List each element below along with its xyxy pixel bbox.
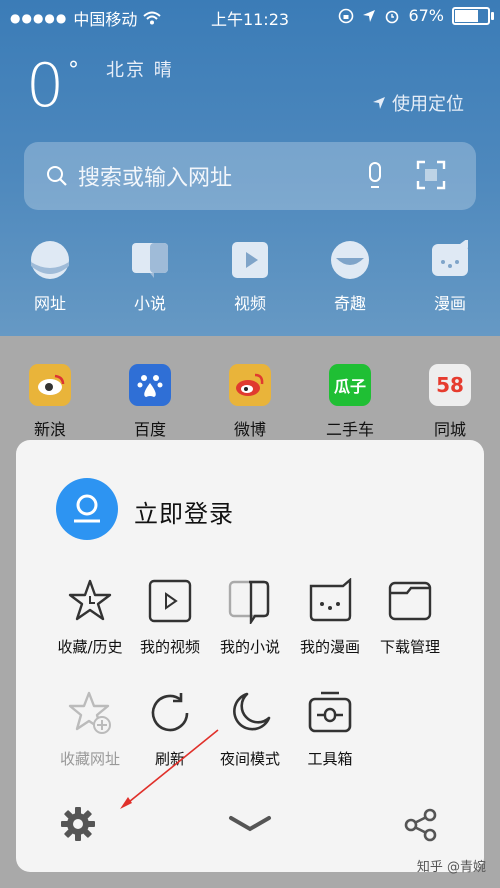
comic-icon [432, 240, 468, 276]
58-icon: 58 [429, 364, 471, 406]
guazi-icon: 瓜子 [329, 364, 371, 406]
menu-label: 收藏/历史 [57, 638, 123, 656]
panel-bottom-bar [16, 796, 484, 856]
login-button[interactable]: 立即登录 [134, 494, 234, 529]
nav-item-novel[interactable]: 小说 [100, 240, 200, 314]
location-icon [363, 9, 376, 22]
share-icon[interactable] [404, 808, 438, 842]
sina-icon [29, 364, 71, 406]
menu-item-my-novel[interactable]: 我的小说 [210, 578, 290, 657]
nav-item-fun[interactable]: 奇趣 [300, 240, 400, 314]
menu-label: 工具箱 [307, 750, 353, 768]
nav-label: 奇趣 [333, 294, 366, 313]
menu-item-my-video[interactable]: 我的视频 [130, 578, 210, 657]
temperature: 0 [26, 51, 65, 121]
use-location-label: 使用定位 [392, 94, 464, 115]
app-shortcut-row: 新浪 百度 微博 瓜子 二手车 58 同城 [0, 364, 500, 440]
menu-item-my-comic[interactable]: 我的漫画 [290, 578, 370, 657]
menu-label: 刷新 [154, 750, 185, 768]
nav-label: 漫画 [433, 294, 466, 313]
shortcut-label: 百度 [133, 420, 166, 439]
degree-icon: ° [68, 58, 79, 83]
menu-label: 我的漫画 [299, 638, 360, 656]
baidu-icon [129, 364, 171, 406]
nav-label: 视频 [233, 294, 266, 313]
shortcut-weibo[interactable]: 微博 [200, 364, 300, 440]
folder-icon [388, 581, 432, 621]
my-comic-icon [309, 578, 352, 622]
shortcut-label: 微博 [233, 420, 266, 439]
menu-label: 夜间模式 [219, 750, 280, 768]
nav-label: 小说 [133, 294, 166, 313]
globe-icon [31, 241, 69, 279]
nav-label: 网址 [33, 294, 66, 313]
menu-panel: 立即登录 收藏/历史 我的视频 我的小说 我的漫画 下载管理 收藏网址 刷新 夜… [16, 440, 484, 872]
toolbox-icon [308, 691, 352, 733]
menu-label: 收藏网址 [59, 750, 120, 768]
shortcut-sina[interactable]: 新浪 [0, 364, 100, 440]
shortcut-guazi[interactable]: 瓜子 二手车 [300, 364, 400, 440]
my-novel-icon [228, 580, 270, 624]
shortcut-label: 同城 [433, 420, 466, 439]
menu-row-2: 收藏网址 刷新 夜间模式 工具箱 [16, 690, 484, 769]
status-bar: ●●●●● 中国移动 上午11:23 67% [0, 0, 500, 32]
use-location-button[interactable]: 使用定位 [372, 90, 464, 116]
video-icon [232, 242, 268, 278]
menu-item-bookmark-url[interactable]: 收藏网址 [50, 690, 130, 769]
nav-item-comic[interactable]: 漫画 [400, 240, 500, 314]
menu-label: 我的小说 [219, 638, 280, 656]
search-bar[interactable]: 搜索或输入网址 [24, 142, 476, 210]
search-input[interactable]: 搜索或输入网址 [78, 160, 232, 192]
shortcut-58[interactable]: 58 同城 [400, 364, 500, 440]
moon-icon [233, 692, 271, 731]
nav-row: 网址 小说 视频 奇趣 漫画 [0, 240, 500, 314]
menu-label: 下载管理 [379, 638, 440, 656]
scan-icon[interactable] [416, 160, 446, 190]
battery-icon [452, 6, 494, 25]
menu-item-refresh[interactable]: 刷新 [130, 690, 210, 769]
watermark: 知乎 @青婉 [416, 860, 486, 875]
alarm-icon [386, 10, 399, 23]
weibo-icon [229, 364, 271, 406]
user-icon [74, 494, 100, 523]
shortcut-label: 新浪 [33, 420, 66, 439]
nav-item-video[interactable]: 视频 [200, 240, 300, 314]
menu-label: 我的视频 [139, 638, 200, 656]
nav-item-url[interactable]: 网址 [0, 240, 100, 314]
battery-percent: 67% [408, 6, 444, 25]
my-video-icon [148, 579, 192, 623]
shortcut-label: 二手车 [325, 420, 374, 439]
refresh-icon [151, 693, 189, 732]
menu-item-toolbox[interactable]: 工具箱 [290, 690, 370, 769]
menu-item-night-mode[interactable]: 夜间模式 [210, 690, 290, 769]
fun-icon [331, 241, 369, 279]
star-add-icon [68, 691, 111, 734]
chevron-down-icon[interactable] [228, 814, 272, 834]
avatar[interactable] [56, 478, 118, 540]
top-area: ●●●●● 中国移动 上午11:23 67% 0 ° 北京 晴 使用定位 搜索或… [0, 0, 500, 336]
star-clock-icon [68, 579, 112, 621]
city-weather: 北京 晴 [106, 60, 174, 81]
search-icon [47, 166, 67, 186]
menu-item-favorites-history[interactable]: 收藏/历史 [50, 578, 130, 657]
book-icon [132, 243, 168, 278]
menu-item-downloads[interactable]: 下载管理 [370, 578, 450, 657]
microphone-icon[interactable] [368, 162, 382, 190]
rotation-lock-icon [339, 8, 354, 23]
shortcut-baidu[interactable]: 百度 [100, 364, 200, 440]
location-arrow-icon [373, 97, 385, 109]
menu-row-1: 收藏/历史 我的视频 我的小说 我的漫画 下载管理 [16, 578, 484, 657]
gear-icon[interactable] [60, 806, 96, 842]
